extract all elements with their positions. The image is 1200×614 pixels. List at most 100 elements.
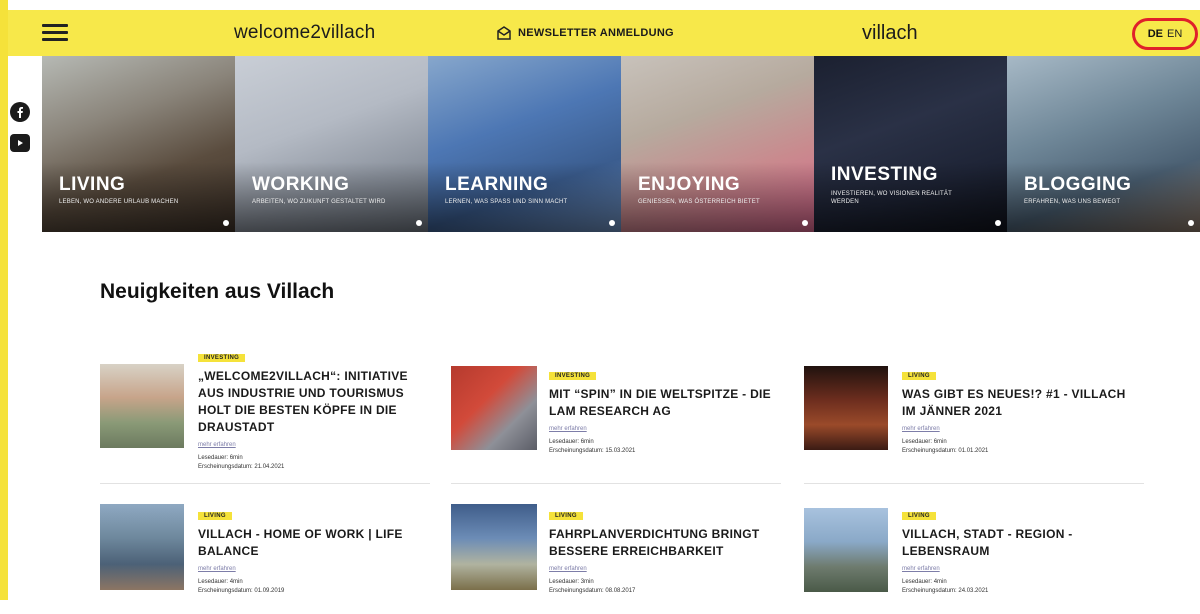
newsletter-link[interactable]: NEWSLETTER ANMELDUNG bbox=[496, 25, 674, 41]
news-card[interactable]: LIVING VILLACH, STADT - REGION - LEBENSR… bbox=[804, 504, 1124, 614]
news-thumbnail[interactable] bbox=[451, 504, 537, 590]
news-meta: Lesedauer: 6min Erscheinungsdatum: 15.03… bbox=[549, 438, 779, 456]
news-card[interactable]: LIVING VILLACH - HOME OF WORK | LIFE BAL… bbox=[100, 504, 420, 614]
envelope-icon bbox=[497, 26, 511, 40]
news-meta: Lesedauer: 4min Erscheinungsdatum: 24.03… bbox=[902, 578, 1132, 596]
news-headline[interactable]: FAHRPLANVERDICHTUNG BRINGT BESSERE ERREI… bbox=[549, 526, 779, 560]
tile-subtitle: LEBEN, WO ANDERE URLAUB MACHEN bbox=[59, 199, 179, 205]
news-meta: Lesedauer: 4min Erscheinungsdatum: 01.09… bbox=[198, 578, 428, 596]
tile-title: ENJOYING bbox=[638, 174, 741, 195]
language-switcher: DE EN bbox=[1132, 18, 1198, 50]
tile-indicator bbox=[1188, 220, 1194, 226]
category-tag: LIVING bbox=[549, 512, 583, 520]
tile-title: WORKING bbox=[252, 174, 350, 195]
tile-indicator bbox=[802, 220, 808, 226]
news-headline[interactable]: VILLACH, STADT - REGION - LEBENSRAUM bbox=[902, 526, 1132, 560]
tile-shade bbox=[428, 162, 621, 232]
hamburger-menu-icon[interactable] bbox=[42, 24, 68, 42]
news-card-body: LIVING FAHRPLANVERDICHTUNG BRINGT BESSER… bbox=[549, 504, 779, 596]
row-divider bbox=[100, 483, 430, 484]
category-tag: LIVING bbox=[198, 512, 232, 520]
news-card[interactable]: LIVING WAS GIBT ES NEUES!? #1 - VILLACH … bbox=[804, 364, 1125, 474]
tile-shade bbox=[621, 162, 814, 232]
publish-date: Erscheinungsdatum: 15.03.2021 bbox=[549, 448, 636, 454]
read-more-link[interactable]: mehr erfahren bbox=[549, 566, 779, 572]
tile-learning[interactable]: LEARNING LERNEN, WAS SPASS UND SINN MACH… bbox=[428, 56, 621, 232]
read-more-link[interactable]: mehr erfahren bbox=[549, 426, 779, 432]
tile-subtitle: ARBEITEN, WO ZUKUNFT GESTALTET WIRD bbox=[252, 199, 386, 205]
tile-enjoying[interactable]: ENJOYING GENIESSEN, WAS ÖSTERREICH BIETE… bbox=[621, 56, 814, 232]
publish-date: Erscheinungsdatum: 24.03.2021 bbox=[902, 588, 989, 594]
read-time: Lesedauer: 4min bbox=[902, 579, 947, 585]
tile-indicator bbox=[995, 220, 1001, 226]
tile-title: LIVING bbox=[59, 174, 126, 195]
news-meta: Lesedauer: 6min Erscheinungsdatum: 01.01… bbox=[902, 438, 1132, 456]
tile-subtitle: INVESTIEREN, WO VISIONEN REALITÄT WERDEN bbox=[831, 191, 952, 205]
tile-subtitle: LERNEN, WAS SPASS UND SINN MACHT bbox=[445, 199, 568, 205]
tile-indicator bbox=[609, 220, 615, 226]
news-headline[interactable]: MIT “SPIN” IN DIE WELTSPITZE - DIE LAM R… bbox=[549, 386, 779, 420]
tile-working[interactable]: WORKING ARBEITEN, WO ZUKUNFT GESTALTET W… bbox=[235, 56, 428, 232]
read-time: Lesedauer: 4min bbox=[198, 579, 243, 585]
category-tag: INVESTING bbox=[549, 372, 597, 380]
tile-shade bbox=[42, 162, 235, 232]
row-divider bbox=[451, 483, 781, 484]
tile-subtitle: GENIESSEN, WAS ÖSTERREICH BIETET bbox=[638, 199, 760, 205]
news-headline[interactable]: WAS GIBT ES NEUES!? #1 - VILLACH IM JÄNN… bbox=[902, 386, 1132, 420]
tile-shade bbox=[235, 162, 428, 232]
tile-investing[interactable]: INVESTING INVESTIEREN, WO VISIONEN REALI… bbox=[814, 56, 1007, 232]
news-thumbnail[interactable] bbox=[804, 366, 888, 450]
read-more-link[interactable]: mehr erfahren bbox=[198, 442, 428, 448]
hero-category-tiles: LIVING LEBEN, WO ANDERE URLAUB MACHEN WO… bbox=[42, 56, 1200, 232]
publish-date: Erscheinungsdatum: 21.04.2021 bbox=[198, 464, 285, 470]
youtube-icon[interactable] bbox=[10, 134, 30, 152]
tile-title: INVESTING bbox=[831, 164, 938, 185]
news-card-body: INVESTING MIT “SPIN” IN DIE WELTSPITZE -… bbox=[549, 364, 779, 456]
news-card-body: INVESTING „WELCOME2VILLACH“: INITIATIVE … bbox=[198, 346, 428, 472]
news-section-title: Neuigkeiten aus Villach bbox=[100, 280, 335, 303]
category-tag: LIVING bbox=[902, 512, 936, 520]
lang-de-link[interactable]: DE bbox=[1148, 28, 1163, 40]
category-tag: INVESTING bbox=[198, 354, 246, 362]
read-time: Lesedauer: 6min bbox=[549, 439, 594, 445]
publish-date: Erscheinungsdatum: 08.08.2017 bbox=[549, 588, 636, 594]
lang-en-link[interactable]: EN bbox=[1167, 28, 1182, 40]
brand-title[interactable]: welcome2villach bbox=[234, 22, 375, 44]
tile-shade bbox=[1007, 162, 1200, 232]
news-card[interactable]: INVESTING „WELCOME2VILLACH“: INITIATIVE … bbox=[100, 346, 420, 470]
news-meta: Lesedauer: 6min Erscheinungsdatum: 21.04… bbox=[198, 454, 428, 472]
tile-title: LEARNING bbox=[445, 174, 549, 195]
tile-indicator bbox=[416, 220, 422, 226]
news-card[interactable]: INVESTING MIT “SPIN” IN DIE WELTSPITZE -… bbox=[451, 364, 771, 474]
left-accent-bar bbox=[0, 0, 8, 600]
read-more-link[interactable]: mehr erfahren bbox=[902, 426, 1132, 432]
read-more-link[interactable]: mehr erfahren bbox=[198, 566, 428, 572]
news-headline[interactable]: VILLACH - HOME OF WORK | LIFE BALANCE bbox=[198, 526, 428, 560]
news-thumbnail[interactable] bbox=[451, 366, 537, 450]
tile-indicator bbox=[223, 220, 229, 226]
newsletter-label: NEWSLETTER ANMELDUNG bbox=[518, 27, 674, 39]
city-logo[interactable]: villach bbox=[862, 22, 918, 45]
news-headline[interactable]: „WELCOME2VILLACH“: INITIATIVE AUS INDUST… bbox=[198, 368, 428, 436]
news-card-body: LIVING VILLACH - HOME OF WORK | LIFE BAL… bbox=[198, 504, 428, 596]
read-more-link[interactable]: mehr erfahren bbox=[902, 566, 1132, 572]
news-card[interactable]: LIVING FAHRPLANVERDICHTUNG BRINGT BESSER… bbox=[451, 504, 771, 614]
news-thumbnail[interactable] bbox=[804, 508, 888, 592]
tile-subtitle: ERFAHREN, WAS UNS BEWEGT bbox=[1024, 199, 1121, 205]
top-header: welcome2villach NEWSLETTER ANMELDUNG vil… bbox=[8, 10, 1200, 56]
facebook-icon[interactable] bbox=[10, 102, 30, 122]
read-time: Lesedauer: 3min bbox=[549, 579, 594, 585]
news-meta: Lesedauer: 3min Erscheinungsdatum: 08.08… bbox=[549, 578, 779, 596]
row-divider bbox=[804, 483, 1144, 484]
news-card-body: LIVING WAS GIBT ES NEUES!? #1 - VILLACH … bbox=[902, 364, 1132, 456]
publish-date: Erscheinungsdatum: 01.01.2021 bbox=[902, 448, 989, 454]
tile-living[interactable]: LIVING LEBEN, WO ANDERE URLAUB MACHEN bbox=[42, 56, 235, 232]
read-time: Lesedauer: 6min bbox=[198, 455, 243, 461]
category-tag: LIVING bbox=[902, 372, 936, 380]
news-card-body: LIVING VILLACH, STADT - REGION - LEBENSR… bbox=[902, 504, 1132, 596]
tile-blogging[interactable]: BLOGGING ERFAHREN, WAS UNS BEWEGT bbox=[1007, 56, 1200, 232]
news-thumbnail[interactable] bbox=[100, 364, 184, 448]
news-thumbnail[interactable] bbox=[100, 504, 184, 590]
read-time: Lesedauer: 6min bbox=[902, 439, 947, 445]
publish-date: Erscheinungsdatum: 01.09.2019 bbox=[198, 588, 285, 594]
